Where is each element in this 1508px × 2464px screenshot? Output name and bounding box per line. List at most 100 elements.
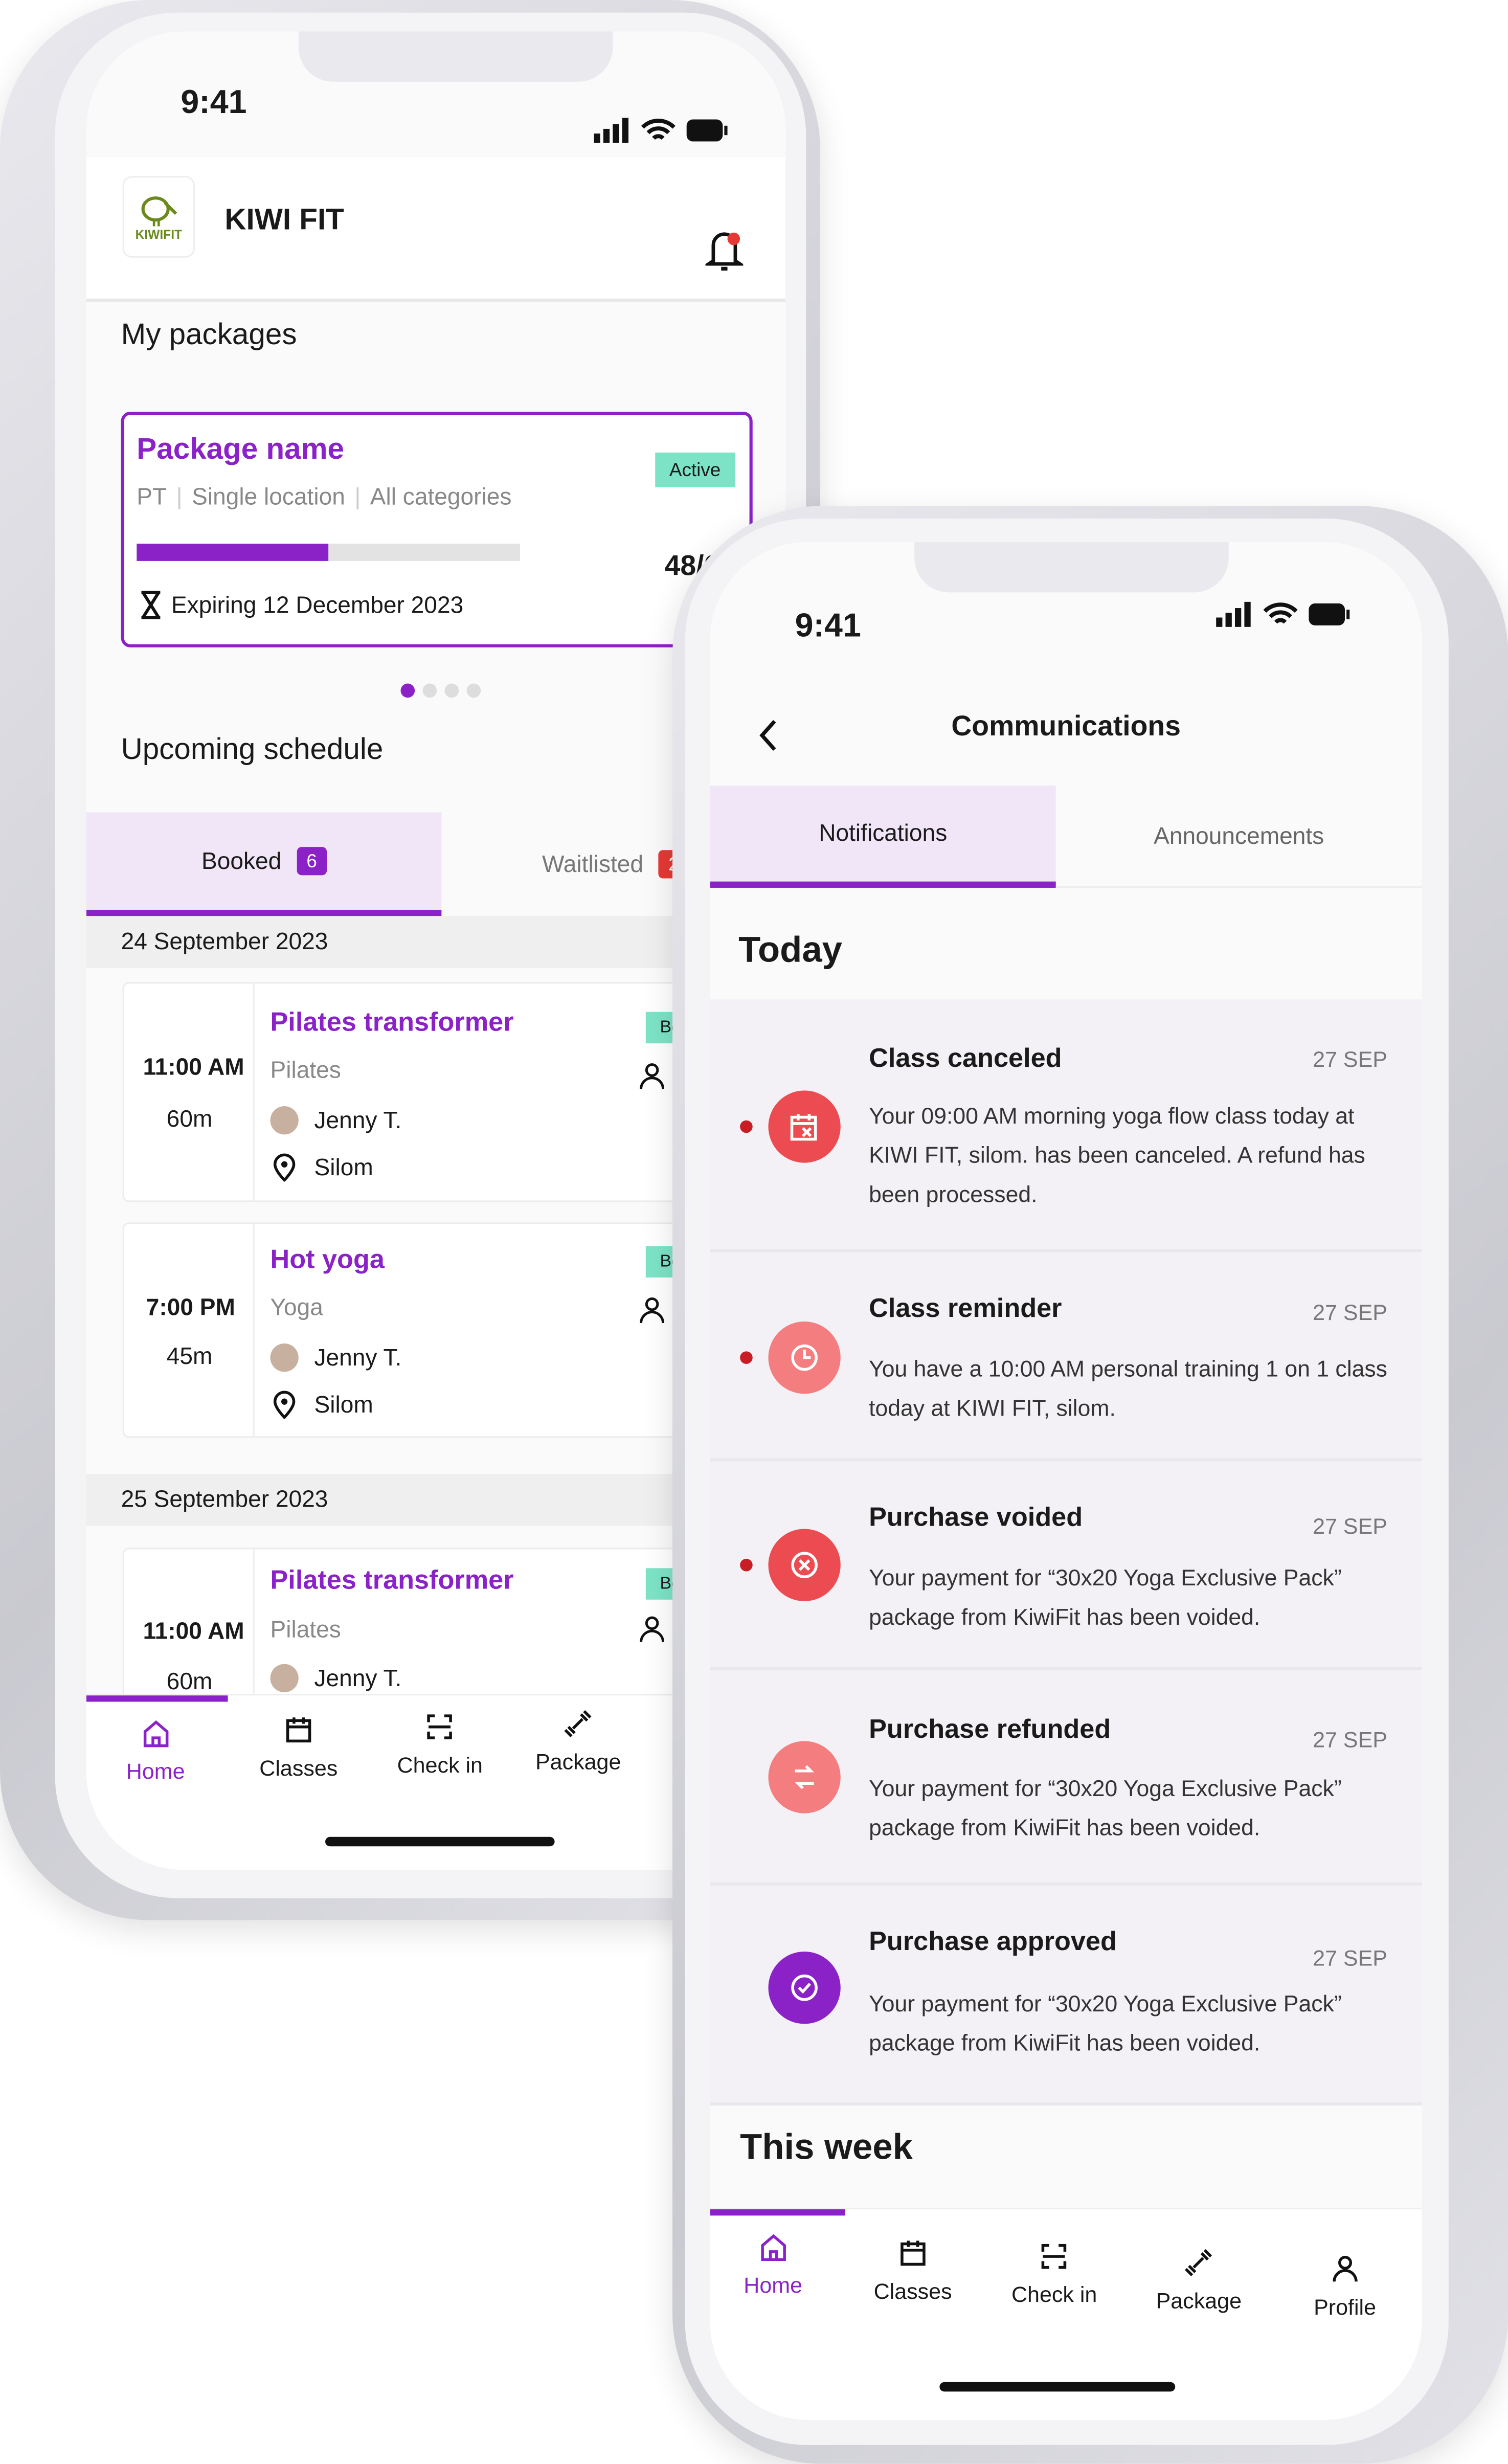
tab-booked-count: 6 — [297, 847, 327, 876]
signal-icon — [1216, 601, 1251, 627]
class-location: Silom — [273, 1153, 373, 1182]
home-indicator — [939, 2382, 1176, 2392]
scan-icon — [427, 1714, 453, 1739]
battery-icon — [686, 119, 728, 142]
notification-item[interactable]: Class canceled 27 SEP Your 09:00 AM morn… — [710, 999, 1422, 1252]
package-status-badge: Active — [655, 452, 735, 487]
carousel-dots[interactable] — [400, 683, 481, 698]
circle-check-icon — [768, 1952, 841, 2024]
package-progress-fill — [137, 544, 329, 561]
class-category: Yoga — [270, 1294, 323, 1321]
nav-profile[interactable]: Profile — [1314, 2253, 1376, 2319]
nav-active-indicator — [86, 1695, 228, 1702]
status-icons — [594, 118, 729, 143]
status-time: 9:41 — [181, 84, 247, 121]
nav-package-label: Package — [535, 1749, 621, 1774]
class-card[interactable]: 7:00 PM 45m Hot yoga Yoga Jenny T. Silom… — [122, 1222, 720, 1438]
package-meta: PT | Single location | All categories — [137, 484, 512, 511]
home-indicator — [325, 1836, 555, 1847]
nav-checkin-label: Check in — [1011, 2281, 1097, 2307]
notification-date: 27 SEP — [1313, 1513, 1388, 1538]
package-location: Single location — [192, 484, 345, 511]
nav-checkin[interactable]: Check in — [1011, 2241, 1097, 2306]
nav-profile-label: Profile — [1314, 2294, 1377, 2320]
trainer-name: Jenny T. — [314, 1344, 402, 1371]
carousel-dot-active[interactable] — [400, 683, 415, 698]
class-duration: 45m — [166, 1343, 213, 1371]
logo-text: KIWIFIT — [135, 227, 183, 241]
class-category: Pilates — [270, 1057, 341, 1085]
nav-home[interactable]: Home — [126, 1717, 185, 1783]
notification-title: Purchase refunded — [869, 1714, 1111, 1744]
nav-classes[interactable]: Classes — [874, 2237, 952, 2303]
home-icon — [143, 1720, 168, 1748]
page-title: Communications — [951, 710, 1181, 742]
notification-date: 27 SEP — [1313, 1727, 1388, 1752]
notification-item[interactable]: Purchase approved 27 SEP Your payment fo… — [710, 1886, 1422, 2106]
status-icons — [1216, 601, 1351, 627]
package-expiry-text: Expiring 12 December 2023 — [171, 591, 464, 619]
tab-booked-label: Booked — [201, 847, 282, 875]
nav-checkin[interactable]: Check in — [397, 1711, 483, 1777]
class-trainer: Jenny T. — [270, 1106, 402, 1135]
wifi-icon — [641, 119, 676, 140]
class-title: Pilates transformer — [270, 1565, 514, 1595]
notification-body: Your payment for “30x20 Yoga Exclusive P… — [869, 1992, 1342, 2057]
upcoming-schedule-heading: Upcoming schedule — [121, 733, 384, 767]
notification-body: Your 09:00 AM morning yoga flow class to… — [869, 1104, 1365, 1208]
hourglass-icon — [141, 591, 161, 619]
home-icon — [760, 2234, 785, 2261]
carousel-dot[interactable] — [422, 683, 437, 698]
nav-home-label: Home — [126, 1758, 185, 1784]
nav-home[interactable]: Home — [744, 2231, 802, 2297]
class-duration: 60m — [166, 1668, 213, 1696]
calendar-icon — [286, 1717, 311, 1743]
notch — [298, 31, 613, 82]
notification-body: Your payment for “30x20 Yoga Exclusive P… — [869, 1566, 1342, 1631]
tab-announcements[interactable]: Announcements — [1055, 786, 1422, 888]
class-trainer: Jenny T. — [270, 1343, 401, 1372]
notification-title: Class reminder — [869, 1293, 1062, 1324]
notification-item[interactable]: Class reminder 27 SEP You have a 10:00 A… — [710, 1252, 1422, 1462]
trainer-avatar — [270, 1343, 299, 1372]
nav-package-label: Package — [1156, 2288, 1242, 2313]
notch — [914, 542, 1229, 593]
tab-notifications[interactable]: Notifications — [710, 786, 1056, 888]
nav-home-label: Home — [744, 2272, 803, 2297]
location-pin-icon — [273, 1391, 296, 1419]
package-card[interactable]: Package name PT | Single location | All ca… — [121, 411, 753, 647]
communications-screen: 9:41 Communications Notifications Announ… — [710, 542, 1422, 2420]
app-header: KIWIFIT KIWI FIT — [86, 157, 786, 302]
package-progress-bar — [137, 544, 520, 561]
nav-package[interactable]: Package — [535, 1708, 621, 1774]
class-title: Hot yoga — [270, 1244, 385, 1274]
scan-icon — [1042, 2244, 1067, 2269]
notification-item[interactable]: Purchase voided 27 SEP Your payment for … — [710, 1461, 1422, 1671]
calendar-x-icon — [768, 1090, 841, 1163]
battery-icon — [1309, 603, 1350, 625]
package-expiry: Expiring 12 December 2023 — [140, 591, 463, 619]
nav-package[interactable]: Package — [1156, 2247, 1242, 2313]
notification-title: Purchase approved — [869, 1926, 1117, 1957]
class-card[interactable]: 11:00 AM 60m Pilates transformer Pilates… — [122, 982, 720, 1202]
class-location: Silom — [273, 1391, 373, 1419]
notification-item[interactable]: Purchase refunded 27 SEP Your payment fo… — [710, 1670, 1422, 1886]
nav-classes-label: Classes — [259, 1755, 338, 1781]
notification-title: Class canceled — [869, 1043, 1062, 1073]
nav-classes[interactable]: Classes — [259, 1714, 337, 1780]
notification-bell-icon[interactable] — [705, 226, 744, 273]
location-name: Silom — [314, 1391, 373, 1418]
unread-dot — [740, 1351, 753, 1364]
class-time: 11:00 AM — [143, 1618, 244, 1645]
trainer-name: Jenny T. — [314, 1107, 402, 1134]
bottom-nav: Home Classes Check in Package Profile — [710, 2207, 1422, 2420]
unread-dot — [740, 1558, 753, 1572]
notification-body: Your payment for “30x20 Yoga Exclusive P… — [869, 1777, 1342, 1842]
divider — [253, 983, 255, 1201]
carousel-dot[interactable] — [466, 683, 481, 698]
clock-check-icon — [768, 1321, 841, 1394]
kiwifit-logo: KIWIFIT — [122, 176, 195, 258]
nav-classes-label: Classes — [873, 2278, 952, 2304]
tab-booked[interactable]: Booked 6 — [86, 812, 442, 916]
carousel-dot[interactable] — [444, 683, 459, 698]
